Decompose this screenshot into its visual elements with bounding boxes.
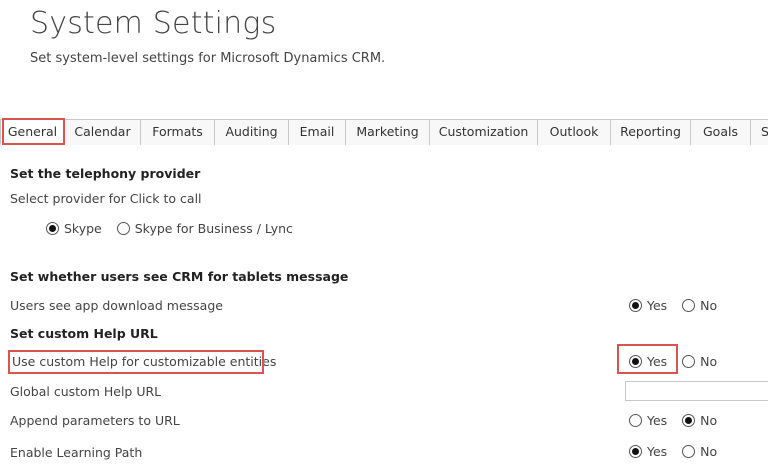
radio-icon (629, 355, 642, 368)
learning-path-no[interactable]: No (682, 443, 717, 459)
tab-general[interactable]: General (0, 119, 64, 145)
tab-formats[interactable]: Formats (140, 119, 214, 145)
tab-auditing[interactable]: Auditing (214, 119, 288, 145)
learning-path-radio-group: Yes No (629, 443, 728, 459)
radio-icon (629, 299, 642, 312)
page-title: System Settings (30, 6, 277, 41)
tab-reporting[interactable]: Reporting (610, 119, 690, 145)
app-download-radio-group: Yes No (629, 297, 728, 313)
radio-icon (682, 414, 696, 427)
tab-goals[interactable]: Goals (690, 119, 750, 145)
tab-customization[interactable]: Customization (429, 119, 537, 145)
append-params-radio-group: Yes No (629, 412, 728, 428)
append-params-yes[interactable]: Yes (629, 412, 667, 428)
page-subtitle: Set system-level settings for Microsoft … (30, 51, 386, 66)
telephony-label: Select provider for Click to call (10, 191, 202, 206)
global-url-label: Global custom Help URL (10, 384, 162, 399)
radio-icon (682, 445, 696, 458)
radio-icon (629, 414, 642, 427)
custom-help-yes[interactable]: Yes (629, 353, 667, 369)
telephony-radio-group: Skype Skype for Business / Lync (46, 220, 304, 236)
custom-help-radio-group: Yes No (629, 353, 728, 369)
app-download-no[interactable]: No (682, 297, 717, 313)
custom-help-label: Use custom Help for customizable entitie… (12, 354, 277, 369)
global-url-input[interactable] (625, 381, 768, 401)
learning-path-label: Enable Learning Path (10, 445, 143, 460)
append-params-no[interactable]: No (682, 412, 717, 428)
radio-icon (682, 355, 696, 368)
tab-email[interactable]: Email (288, 119, 345, 145)
learning-path-yes[interactable]: Yes (629, 443, 667, 459)
radio-icon (46, 222, 59, 235)
help-heading: Set custom Help URL (10, 326, 158, 341)
radio-icon (682, 299, 696, 312)
tablets-heading: Set whether users see CRM for tablets me… (10, 269, 349, 284)
append-params-label: Append parameters to URL (10, 413, 180, 428)
radio-icon (629, 445, 642, 458)
radio-icon (116, 222, 130, 235)
tab-bar: General Calendar Formats Auditing Email … (0, 119, 768, 145)
tab-s[interactable]: S (750, 119, 768, 145)
tab-marketing[interactable]: Marketing (345, 119, 429, 145)
custom-help-no[interactable]: No (682, 353, 717, 369)
telephony-heading: Set the telephony provider (10, 166, 201, 181)
tab-outlook[interactable]: Outlook (537, 119, 610, 145)
tab-calendar[interactable]: Calendar (64, 119, 140, 145)
telephony-option-skype-business[interactable]: Skype for Business / Lync (116, 220, 293, 236)
telephony-option-skype[interactable]: Skype (46, 220, 102, 236)
app-download-yes[interactable]: Yes (629, 297, 667, 313)
app-download-label: Users see app download message (10, 298, 223, 313)
